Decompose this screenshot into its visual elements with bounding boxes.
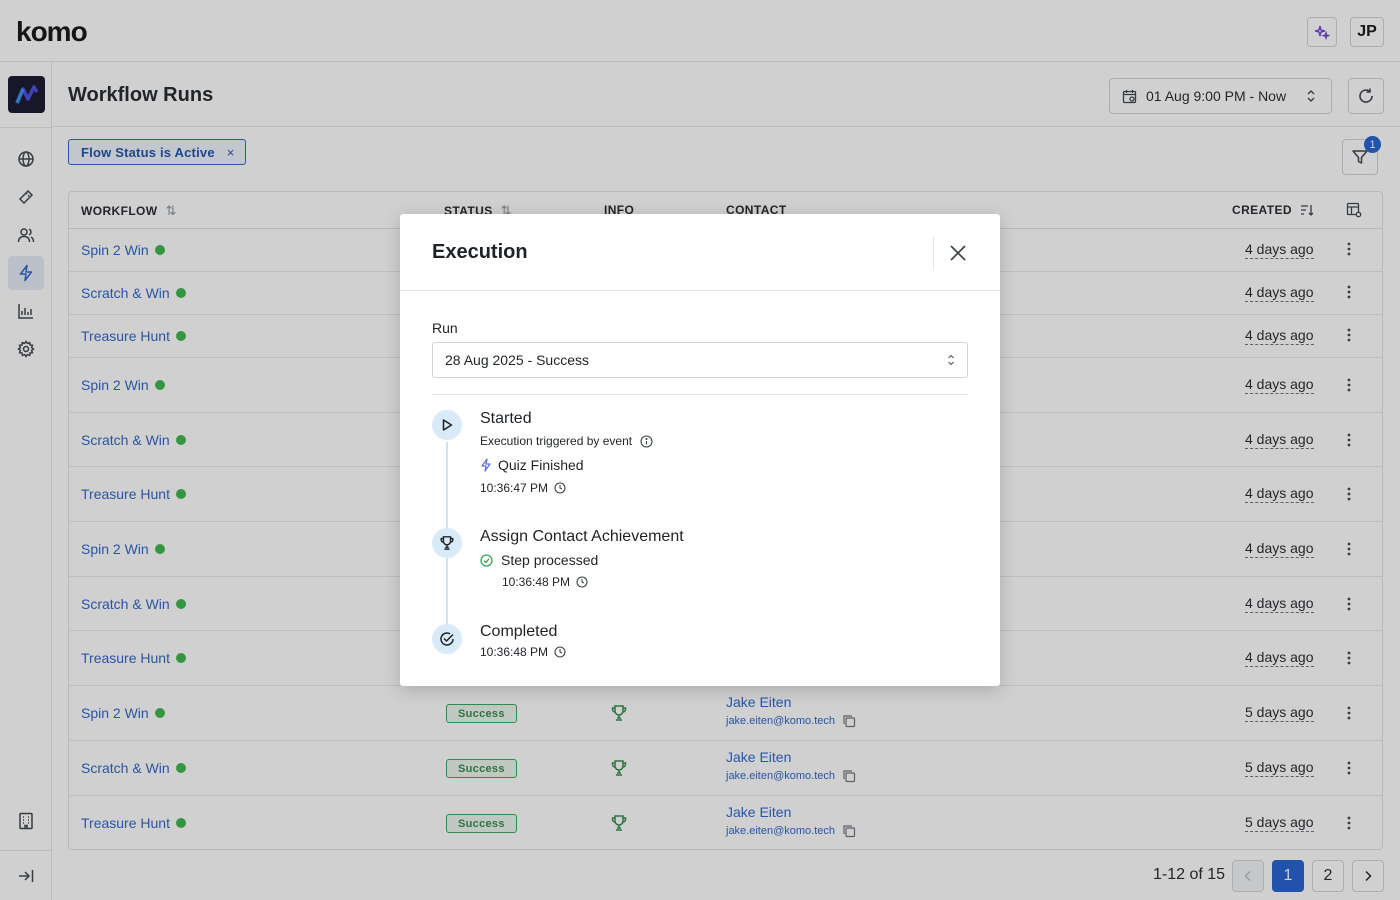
clock-icon (554, 646, 566, 658)
timeline-completed-icon (432, 624, 462, 654)
trigger-event-name: Quiz Finished (498, 457, 584, 473)
timeline-assign-time: 10:36:48 PM (502, 575, 588, 589)
clock-icon (554, 482, 566, 494)
modal-divider (400, 290, 1000, 291)
run-label: Run (432, 320, 458, 336)
chevron-updown-icon (948, 354, 954, 366)
timestamp: 10:36:48 PM (502, 575, 571, 589)
timeline-assign-status: Step processed (480, 552, 598, 568)
timeline-completed-title: Completed (480, 623, 558, 640)
timestamp: 10:36:47 PM (480, 481, 549, 495)
timeline-started-icon (432, 410, 462, 440)
check-circle-icon (480, 553, 493, 567)
timeline-started-time: 10:36:47 PM (480, 481, 566, 495)
execution-modal: Execution Run 28 Aug 2025 - Success Star… (400, 214, 1000, 686)
step-status: Step processed (501, 552, 599, 568)
timestamp: 10:36:48 PM (480, 645, 549, 659)
run-divider (432, 394, 968, 395)
lightning-icon (481, 458, 491, 472)
timeline-assign-title: Assign Contact Achievement (480, 528, 684, 545)
modal-close-button[interactable] (946, 241, 970, 265)
modal-title: Execution (432, 241, 528, 263)
timeline-started-title: Started (480, 410, 532, 427)
trigger-description: Execution triggered by event (480, 434, 633, 448)
check-circle-icon (440, 632, 454, 646)
play-icon (442, 419, 453, 431)
trophy-icon (440, 536, 454, 550)
run-select-value: 28 Aug 2025 - Success (445, 352, 589, 368)
trigger-event: Quiz Finished (480, 457, 584, 473)
clock-icon (576, 576, 588, 588)
timeline-started-subtitle: Execution triggered by event (480, 434, 653, 448)
timeline-assign-icon (432, 528, 462, 558)
run-select[interactable]: 28 Aug 2025 - Success (432, 342, 968, 378)
modal-header-divider (933, 236, 934, 270)
timeline-completed-time: 10:36:48 PM (480, 645, 566, 659)
info-icon[interactable] (640, 434, 653, 448)
close-icon (950, 245, 966, 261)
